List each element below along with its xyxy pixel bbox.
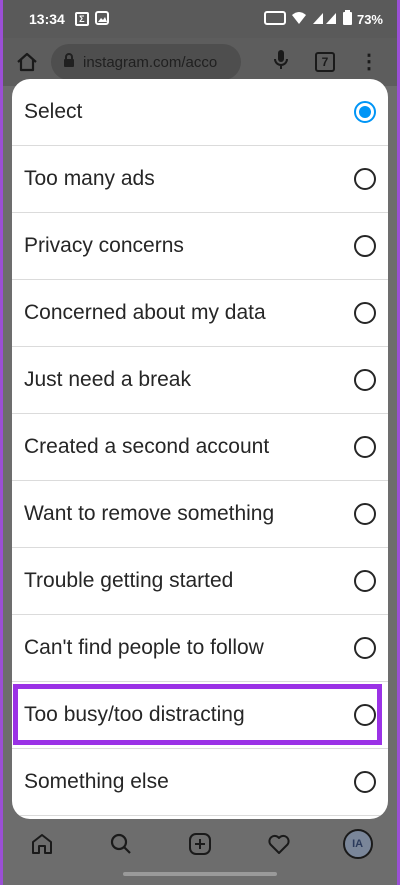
option-label: Want to remove something xyxy=(24,502,275,525)
radio-button[interactable] xyxy=(354,637,376,659)
address-bar[interactable]: instagram.com/acco xyxy=(51,44,241,80)
tabs-icon[interactable]: 7 xyxy=(315,52,335,72)
heart-icon[interactable] xyxy=(264,829,294,859)
radio-button[interactable] xyxy=(354,704,376,726)
radio-button[interactable] xyxy=(354,168,376,190)
radio-button-selected[interactable] xyxy=(354,101,376,123)
screen: 13:34 Σ 73% instagram.com/acco 7 ⋮ Selec… xyxy=(3,0,397,885)
option-label: Too busy/too distracting xyxy=(24,703,245,726)
bottom-nav: IA xyxy=(3,820,397,868)
profile-avatar[interactable]: IA xyxy=(342,829,373,859)
battery-icon xyxy=(342,10,352,28)
option-too-many-ads[interactable]: Too many ads xyxy=(12,146,388,213)
wifi-icon xyxy=(291,11,307,28)
radio-button[interactable] xyxy=(354,302,376,324)
radio-button[interactable] xyxy=(354,235,376,257)
option-label: Privacy concerns xyxy=(24,234,184,257)
radio-button[interactable] xyxy=(354,503,376,525)
search-icon[interactable] xyxy=(106,829,136,859)
option-label: Concerned about my data xyxy=(24,301,266,324)
option-trouble-getting-started[interactable]: Trouble getting started xyxy=(12,548,388,615)
option-label: Can't find people to follow xyxy=(24,636,264,659)
radio-button[interactable] xyxy=(354,771,376,793)
option-label: Something else xyxy=(24,770,169,793)
volte-icon xyxy=(263,10,286,28)
reason-dialog: Select Too many ads Privacy concerns Con… xyxy=(12,79,388,819)
option-label: Just need a break xyxy=(24,368,191,391)
home-icon[interactable] xyxy=(13,48,41,76)
radio-button[interactable] xyxy=(354,369,376,391)
option-privacy-concerns[interactable]: Privacy concerns xyxy=(12,213,388,280)
signal-icon xyxy=(312,11,338,28)
option-select[interactable]: Select xyxy=(12,79,388,146)
battery-level: 73% xyxy=(356,11,383,27)
option-second-account[interactable]: Created a second account xyxy=(12,414,388,481)
option-concerned-about-data[interactable]: Concerned about my data xyxy=(12,280,388,347)
option-need-a-break[interactable]: Just need a break xyxy=(12,347,388,414)
option-label: Select xyxy=(24,100,83,123)
image-notification-icon xyxy=(94,10,109,28)
radio-button[interactable] xyxy=(354,570,376,592)
option-too-busy[interactable]: Too busy/too distracting xyxy=(12,682,388,749)
add-post-icon[interactable] xyxy=(185,829,215,859)
menu-icon[interactable]: ⋮ xyxy=(359,52,379,72)
status-time: 13:34 xyxy=(29,11,65,27)
lock-icon xyxy=(63,52,75,72)
option-label: Created a second account xyxy=(24,435,270,458)
option-cant-find-people[interactable]: Can't find people to follow xyxy=(12,615,388,682)
option-something-else[interactable]: Something else xyxy=(12,749,388,816)
gesture-bar[interactable] xyxy=(123,872,277,876)
option-label: Too many ads xyxy=(24,167,155,190)
mic-icon[interactable] xyxy=(273,49,289,76)
radio-button[interactable] xyxy=(354,436,376,458)
sigma-notification-icon: Σ xyxy=(74,12,89,26)
option-label: Trouble getting started xyxy=(24,569,234,592)
status-bar: 13:34 Σ 73% xyxy=(3,0,397,38)
url-text: instagram.com/acco xyxy=(83,53,218,71)
option-remove-something[interactable]: Want to remove something xyxy=(12,481,388,548)
nav-home-icon[interactable] xyxy=(27,829,57,859)
status-indicators: 73% xyxy=(263,10,383,28)
